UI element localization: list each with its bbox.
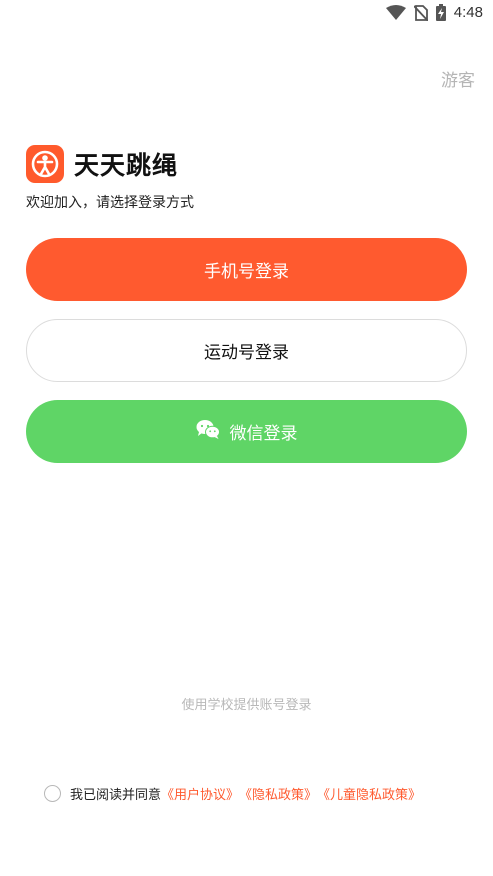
no-sim-icon — [413, 4, 428, 21]
status-time: 4:48 — [453, 4, 483, 21]
guest-button[interactable]: 游客 — [441, 66, 475, 91]
app-logo-icon — [26, 145, 64, 183]
app-name: 天天跳绳 — [74, 151, 179, 180]
phone-login-button[interactable]: 手机号登录 — [26, 238, 467, 301]
sport-id-login-label: 运动号登录 — [204, 343, 289, 363]
status-icons: 4:48 — [385, 4, 483, 21]
brand: 天天跳绳 — [26, 145, 178, 183]
user-agreement-link[interactable]: 《用户协议》 — [161, 784, 239, 803]
privacy-policy-link[interactable]: 《隐私政策》 — [239, 784, 317, 803]
sport-id-login-button[interactable]: 运动号登录 — [26, 319, 467, 382]
welcome-subtitle: 欢迎加入，请选择登录方式 — [26, 195, 194, 211]
phone-login-label: 手机号登录 — [204, 262, 289, 282]
wechat-login-label: 微信登录 — [229, 424, 298, 444]
wifi-icon — [385, 4, 406, 21]
agreement-row: 我已阅读并同意 《用户协议》 《隐私政策》 《儿童隐私政策》 — [44, 784, 421, 803]
agreement-checkbox[interactable] — [44, 785, 61, 802]
status-bar: 4:48 — [0, 0, 493, 28]
wechat-icon — [196, 419, 220, 444]
agreement-prefix: 我已阅读并同意 — [70, 788, 162, 803]
battery-charging-icon — [435, 4, 446, 21]
wechat-login-button[interactable]: 微信登录 — [26, 400, 467, 463]
child-privacy-policy-link[interactable]: 《儿童隐私政策》 — [317, 784, 421, 803]
school-account-login-link[interactable]: 使用学校提供账号登录 — [0, 694, 493, 713]
